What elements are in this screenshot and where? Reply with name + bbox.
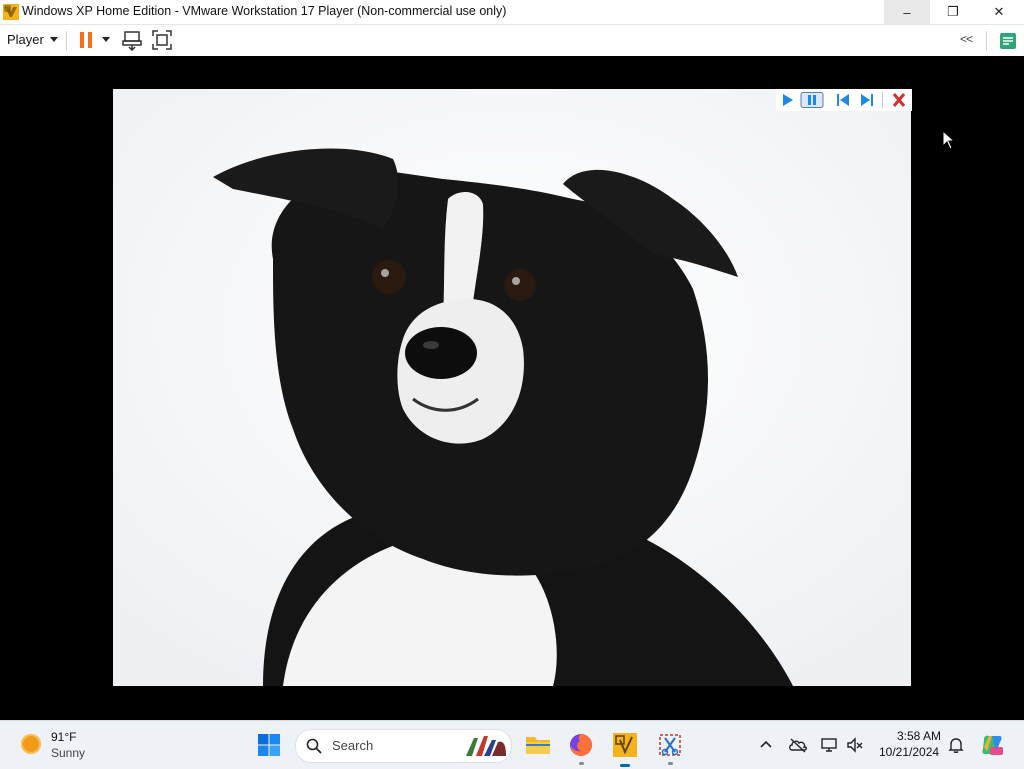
mouse-cursor-icon xyxy=(942,130,956,150)
sun-icon[interactable] xyxy=(21,734,41,754)
slideshow-controls xyxy=(776,89,912,111)
firefox-icon[interactable] xyxy=(567,731,595,765)
dog-illustration xyxy=(113,89,911,686)
controls-divider xyxy=(882,92,883,108)
vmware-icon[interactable] xyxy=(611,731,639,767)
fit-guest-icon[interactable] xyxy=(151,29,173,51)
weather-condition[interactable]: Sunny xyxy=(51,746,85,760)
send-ctrl-alt-del-icon[interactable] xyxy=(121,29,143,51)
next-icon[interactable] xyxy=(858,92,876,108)
network-icon[interactable] xyxy=(820,736,838,754)
volume-icon[interactable] xyxy=(846,736,864,754)
copilot-icon[interactable] xyxy=(980,733,1004,757)
notes-icon[interactable] xyxy=(998,31,1018,51)
player-menu-label: Player xyxy=(7,32,44,47)
player-toolbar: Player << xyxy=(0,25,1024,56)
chevron-down-icon xyxy=(49,37,58,42)
taskbar-search-box[interactable]: Search xyxy=(295,729,512,763)
collapse-icon[interactable]: << xyxy=(960,32,973,46)
running-indicator xyxy=(668,762,673,765)
weather-temperature[interactable]: 91°F xyxy=(51,730,76,744)
pause-icon[interactable] xyxy=(800,92,824,108)
restore-button[interactable]: ❐ xyxy=(930,0,976,24)
onedrive-icon[interactable] xyxy=(788,736,808,754)
guest-display[interactable] xyxy=(0,56,1024,720)
running-indicator xyxy=(579,762,584,765)
toolbar-divider xyxy=(66,31,67,51)
firefox-logo-icon xyxy=(570,734,592,756)
vmware-logo-icon xyxy=(613,733,637,757)
title-bar: Windows XP Home Edition - VMware Worksta… xyxy=(0,0,1024,25)
previous-icon[interactable] xyxy=(834,92,852,108)
toolbar-divider xyxy=(986,31,987,51)
clock-date[interactable]: 10/21/2024 xyxy=(879,745,939,759)
folder-icon xyxy=(526,737,550,754)
player-menu-button[interactable]: Player xyxy=(7,32,58,47)
notification-icon[interactable] xyxy=(947,736,965,754)
minimize-button[interactable]: – xyxy=(884,0,930,24)
clock-time[interactable]: 3:58 AM xyxy=(897,729,941,743)
file-explorer-icon[interactable] xyxy=(524,731,552,759)
start-icon[interactable] xyxy=(257,733,281,757)
window-title: Windows XP Home Edition - VMware Worksta… xyxy=(22,4,507,18)
taskbar: 91°F Sunny Search 3:58 AM 10/21/2024 xyxy=(0,720,1024,769)
vmware-app-icon xyxy=(3,4,19,20)
close-button[interactable]: ✕ xyxy=(976,0,1022,24)
search-highlight-icon xyxy=(466,736,506,756)
scissors-icon xyxy=(659,734,681,756)
search-icon xyxy=(306,738,322,754)
search-placeholder: Search xyxy=(332,738,374,753)
snipping-tool-icon[interactable] xyxy=(656,731,684,765)
active-indicator xyxy=(620,764,630,767)
play-icon[interactable] xyxy=(778,92,796,108)
chevron-up-icon[interactable] xyxy=(757,736,775,754)
pause-icon[interactable] xyxy=(79,31,93,49)
close-icon[interactable] xyxy=(890,92,908,108)
pause-dropdown-icon[interactable] xyxy=(102,37,110,42)
border-collie-photo xyxy=(113,89,911,686)
